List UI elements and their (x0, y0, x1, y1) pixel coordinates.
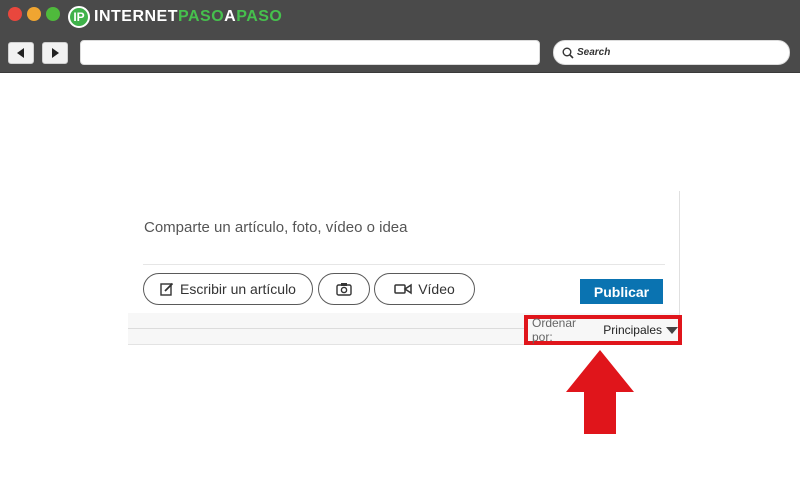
video-icon (394, 283, 412, 295)
logo-text-part: INTERNET (94, 8, 178, 25)
back-button[interactable] (8, 42, 34, 64)
minimize-window-button[interactable] (27, 7, 41, 21)
share-prompt[interactable]: Comparte un artículo, foto, vídeo o idea (144, 219, 408, 236)
site-logo: IP INTERNETPASOAPASO (68, 4, 282, 30)
composer-divider (143, 264, 665, 265)
back-icon (17, 48, 24, 58)
search-placeholder: Search (577, 47, 611, 58)
add-video-button[interactable]: Vídeo (374, 273, 475, 305)
dropdown-caret-icon (666, 326, 678, 334)
logo-text: INTERNETPASOAPASO (94, 8, 282, 26)
forward-icon (52, 48, 59, 58)
edit-icon (160, 282, 174, 296)
search-icon (562, 47, 574, 59)
maximize-window-button[interactable] (46, 7, 60, 21)
sort-value: Principales (603, 323, 662, 337)
arrow-up-icon (566, 350, 634, 434)
logo-text-part: PASO (178, 8, 225, 25)
publish-button[interactable]: Publicar (580, 279, 663, 304)
add-photo-button[interactable] (318, 273, 370, 305)
address-bar[interactable] (80, 40, 540, 65)
browser-titlebar: IP INTERNETPASOAPASO (0, 0, 800, 34)
write-article-button[interactable]: Escribir un artículo (143, 273, 313, 305)
logo-text-part: A (224, 8, 237, 25)
sort-label: Ordenar por: (532, 316, 577, 344)
browser-toolbar: Search (0, 34, 800, 73)
write-article-label: Escribir un artículo (180, 281, 296, 297)
close-window-button[interactable] (8, 7, 22, 21)
logo-mark-icon: IP (68, 6, 90, 28)
camera-icon (336, 283, 352, 296)
search-input[interactable]: Search (553, 40, 790, 65)
feed-separator (128, 328, 528, 329)
video-label: Vídeo (418, 281, 455, 297)
sort-dropdown[interactable]: Ordenar por: Principales (524, 315, 682, 345)
forward-button[interactable] (42, 42, 68, 64)
logo-text-part: PASO (236, 8, 283, 25)
